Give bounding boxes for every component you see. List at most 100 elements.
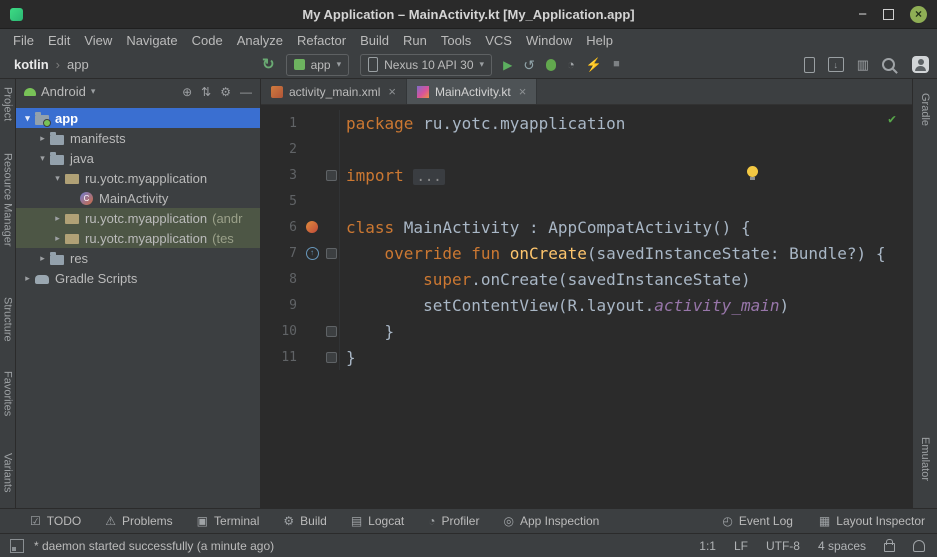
minimize-button[interactable]: − xyxy=(858,7,867,22)
menu-run[interactable]: Run xyxy=(396,33,434,48)
run-config-select[interactable]: app ▾ xyxy=(286,54,350,76)
tool-button-logcat[interactable]: ▤Logcat xyxy=(351,514,404,528)
tool-stripe-variants[interactable]: Variants xyxy=(2,453,14,493)
editor-area: activity_main.xml×MainActivity.kt× 1pack… xyxy=(261,79,912,508)
close-button[interactable]: × xyxy=(910,6,927,23)
close-tab-icon[interactable]: × xyxy=(388,84,396,99)
line-number: 10 xyxy=(261,324,301,339)
tree-item-java[interactable]: ▾java xyxy=(16,148,260,168)
tool-button-app-inspection[interactable]: ◎App Inspection xyxy=(503,514,599,528)
menu-build[interactable]: Build xyxy=(353,33,396,48)
profiler-button[interactable]: ◔ xyxy=(567,58,575,71)
device-manager-icon[interactable] xyxy=(804,57,815,73)
tool-button-problems[interactable]: ⚠Problems xyxy=(105,514,172,528)
menu-vcs[interactable]: VCS xyxy=(478,33,519,48)
editor-tab-mainactivity-kt[interactable]: MainActivity.kt× xyxy=(407,79,537,104)
menu-analyze[interactable]: Analyze xyxy=(230,33,290,48)
line-number: 1 xyxy=(261,116,301,131)
tool-stripe-resource-manager[interactable]: Resource Manager xyxy=(2,153,14,247)
tool-stripe-emulator[interactable]: Emulator xyxy=(919,437,931,481)
encoding-indicator[interactable]: UTF-8 xyxy=(766,539,800,553)
tool-button-todo[interactable]: ☑TODO xyxy=(30,514,81,528)
tool-button-profiler[interactable]: ◔Profiler xyxy=(428,514,479,528)
editor-tab-activity-main-xml[interactable]: activity_main.xml× xyxy=(261,79,407,104)
tree-item-app[interactable]: ▾app xyxy=(16,108,260,128)
tool-stripe-project[interactable]: Project xyxy=(2,87,14,121)
line-number: 8 xyxy=(261,272,301,287)
search-everywhere-icon[interactable] xyxy=(882,58,895,71)
indent-indicator[interactable]: 4 spaces xyxy=(818,539,866,553)
tool-button-layout-inspector[interactable]: ▦Layout Inspector xyxy=(819,514,925,528)
profiler-icon: ◔ xyxy=(428,515,435,527)
menu-help[interactable]: Help xyxy=(579,33,620,48)
tool-window-toggle-icon[interactable] xyxy=(10,539,24,553)
hide-panel-icon[interactable]: — xyxy=(240,85,252,99)
tree-item-gradle-scripts[interactable]: ▸Gradle Scripts xyxy=(16,268,260,288)
apply-changes-button[interactable]: ↺ xyxy=(523,58,535,72)
tool-stripe-structure[interactable]: Structure xyxy=(2,297,14,342)
code-line[interactable]: 5 xyxy=(261,188,912,214)
fold-marker-icon[interactable] xyxy=(326,248,337,259)
code-line[interactable]: 9 setContentView(R.layout.activity_main) xyxy=(261,292,912,318)
code-line[interactable]: 10 } xyxy=(261,318,912,344)
breadcrumb-module[interactable]: kotlin xyxy=(14,57,49,72)
line-separator-indicator[interactable]: LF xyxy=(734,539,748,553)
code-line[interactable]: 2 xyxy=(261,136,912,162)
code-line[interactable]: 1package ru.yotc.myapplication xyxy=(261,110,912,136)
expand-collapse-icon[interactable]: ⇅ xyxy=(201,85,211,99)
device-file-explorer-icon[interactable]: ▥ xyxy=(857,58,869,71)
override-gutter-icon[interactable] xyxy=(306,247,319,260)
code-editor[interactable]: 1package ru.yotc.myapplication23import .… xyxy=(261,105,912,508)
fold-marker-icon[interactable] xyxy=(326,170,337,181)
profile-avatar[interactable] xyxy=(912,56,929,73)
sdk-manager-icon[interactable]: ↓ xyxy=(828,57,844,72)
restore-button[interactable] xyxy=(883,9,894,20)
tool-button-build[interactable]: ⚙Build xyxy=(283,514,326,528)
code-line[interactable]: 11} xyxy=(261,344,912,370)
title-bar: My Application – MainActivity.kt [My_App… xyxy=(0,0,937,29)
menu-navigate[interactable]: Navigate xyxy=(119,33,184,48)
class-gutter-icon[interactable] xyxy=(306,221,318,233)
tool-button-event-log[interactable]: ◴Event Log xyxy=(722,514,793,528)
fold-marker-icon[interactable] xyxy=(326,326,337,337)
stop-button[interactable]: ■ xyxy=(613,59,620,70)
tree-item-label: ru.yotc.myapplication xyxy=(85,231,207,246)
settings-gear-icon[interactable]: ⚙ xyxy=(220,85,231,99)
code-line[interactable]: 6class MainActivity : AppCompatActivity(… xyxy=(261,214,912,240)
tree-item-ru-yotc-myapplication[interactable]: ▸ru.yotc.myapplication(tes xyxy=(16,228,260,248)
tool-stripe-gradle[interactable]: Gradle xyxy=(919,93,931,126)
inspection-ok-icon[interactable]: ✔ xyxy=(888,112,896,127)
readonly-lock-icon[interactable] xyxy=(884,543,895,552)
tree-item-manifests[interactable]: ▸manifests xyxy=(16,128,260,148)
code-line[interactable]: 7 override fun onCreate(savedInstanceSta… xyxy=(261,240,912,266)
menu-window[interactable]: Window xyxy=(519,33,579,48)
tool-button-terminal[interactable]: ▣Terminal xyxy=(197,514,260,528)
menu-file[interactable]: File xyxy=(6,33,41,48)
locate-file-icon[interactable]: ⊕ xyxy=(182,85,192,99)
sync-project-icon[interactable]: ↻ xyxy=(262,57,275,72)
menu-tools[interactable]: Tools xyxy=(434,33,478,48)
close-tab-icon[interactable]: × xyxy=(519,84,527,99)
gradle-icon xyxy=(35,275,49,284)
tree-item-ru-yotc-myapplication[interactable]: ▸ru.yotc.myapplication(andr xyxy=(16,208,260,228)
breadcrumb-item[interactable]: app xyxy=(67,57,89,72)
intention-bulb-icon[interactable] xyxy=(747,166,758,177)
device-select[interactable]: Nexus 10 API 30 ▾ xyxy=(360,54,492,76)
menu-refactor[interactable]: Refactor xyxy=(290,33,353,48)
project-view-selector[interactable]: Android xyxy=(41,84,86,99)
caret-position[interactable]: 1:1 xyxy=(699,539,716,553)
menu-code[interactable]: Code xyxy=(185,33,230,48)
fold-marker-icon[interactable] xyxy=(326,352,337,363)
menu-view[interactable]: View xyxy=(77,33,119,48)
menu-edit[interactable]: Edit xyxy=(41,33,77,48)
run-button[interactable]: ▶ xyxy=(503,59,512,71)
tree-item-mainactivity[interactable]: MainActivity xyxy=(16,188,260,208)
attach-debugger-button[interactable]: ⚡ xyxy=(586,58,602,71)
code-line[interactable]: 8 super.onCreate(savedInstanceState) xyxy=(261,266,912,292)
tool-stripe-favorites[interactable]: Favorites xyxy=(2,371,14,416)
code-line[interactable]: 3import ... xyxy=(261,162,912,188)
debug-button[interactable] xyxy=(546,59,556,71)
tree-item-ru-yotc-myapplication[interactable]: ▾ru.yotc.myapplication xyxy=(16,168,260,188)
notifications-icon[interactable] xyxy=(913,540,925,552)
tree-item-res[interactable]: ▸res xyxy=(16,248,260,268)
